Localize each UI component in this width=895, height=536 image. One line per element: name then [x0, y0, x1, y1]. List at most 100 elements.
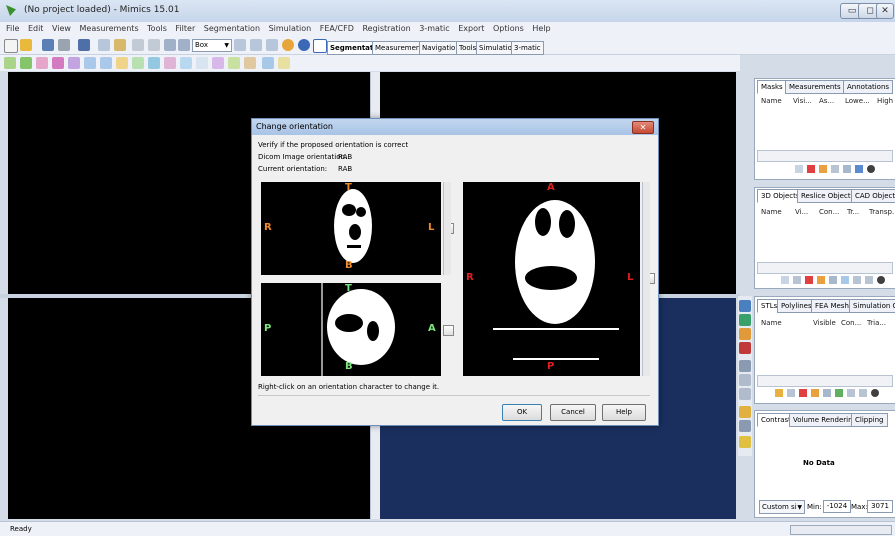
objects-col-contour[interactable]: Con...: [819, 208, 839, 216]
profile-icon[interactable]: [739, 420, 751, 432]
new-object-icon[interactable]: [781, 276, 789, 284]
pan-icon[interactable]: [178, 39, 190, 51]
undo-icon[interactable]: [132, 39, 144, 51]
contrast-icon[interactable]: [739, 406, 751, 418]
delete-object-icon[interactable]: [805, 276, 813, 284]
stl-reload-icon[interactable]: [859, 389, 867, 397]
pencil-icon[interactable]: [116, 57, 128, 69]
stl-col-triangles[interactable]: Tria...: [867, 319, 886, 327]
orientation-bottom-3[interactable]: P: [547, 361, 554, 372]
min-field[interactable]: -1024: [823, 500, 851, 513]
masks-col-lower[interactable]: Lowe...: [845, 97, 870, 105]
menu-export[interactable]: Export: [458, 22, 484, 36]
mask-menu-icon[interactable]: [867, 165, 875, 173]
multiple-slice-edit-icon[interactable]: [52, 57, 64, 69]
view-3-scrollbar[interactable]: [642, 182, 650, 376]
orientation-right-3[interactable]: L: [627, 272, 633, 283]
stl-color-swatch-icon[interactable]: [811, 389, 819, 397]
stl-export-icon[interactable]: [739, 314, 751, 326]
menu-help[interactable]: Help: [532, 22, 550, 36]
orientation-top-2[interactable]: T: [345, 283, 352, 294]
dialog-title-bar[interactable]: Change orientation ✕: [252, 119, 658, 135]
orientation-right-1[interactable]: L: [428, 222, 434, 233]
menu-simulation[interactable]: Simulation: [269, 22, 312, 36]
tab-clipping[interactable]: Clipping: [851, 413, 888, 427]
orientation-bottom-1[interactable]: B: [345, 260, 353, 271]
measure-icon[interactable]: [180, 57, 192, 69]
stl-col-visible[interactable]: Visible: [813, 319, 836, 327]
stl-pick-icon[interactable]: [739, 360, 751, 372]
open-project-icon[interactable]: [20, 39, 32, 51]
fit-icon[interactable]: [266, 39, 278, 51]
contrast-preset-dropdown[interactable]: Custom si ▼: [759, 500, 805, 514]
menu-options[interactable]: Options: [493, 22, 524, 36]
dynamic-region-icon[interactable]: [36, 57, 48, 69]
objects-col-visible[interactable]: Vi...: [795, 208, 808, 216]
rotate-icon[interactable]: [164, 39, 176, 51]
tab-mask-measurements[interactable]: Measurements: [785, 80, 845, 94]
copy-mask-icon[interactable]: [831, 165, 839, 173]
tab-reslice-objects[interactable]: Reslice Objects: [797, 189, 859, 203]
stl-filter-icon[interactable]: [835, 389, 843, 397]
tab-masks[interactable]: Masks: [757, 80, 787, 94]
zoom-region-icon[interactable]: [250, 39, 262, 51]
calculate-3d-icon[interactable]: [148, 57, 160, 69]
view-2-checkbox[interactable]: [443, 325, 454, 336]
split-mask-icon[interactable]: [212, 57, 224, 69]
help-icon[interactable]: [298, 39, 310, 51]
object-color-icon[interactable]: [817, 276, 825, 284]
orientation-left-1[interactable]: R: [264, 222, 272, 233]
stl-col-contour[interactable]: Con...: [841, 319, 861, 327]
menu-filter[interactable]: Filter: [175, 22, 195, 36]
copy-object-icon[interactable]: [793, 276, 801, 284]
cancel-button[interactable]: Cancel: [550, 404, 596, 421]
new-mask-icon[interactable]: [795, 165, 803, 173]
paste-icon[interactable]: [114, 39, 126, 51]
objects-col-name[interactable]: Name: [761, 208, 782, 216]
orientation-bottom-2[interactable]: B: [345, 361, 353, 372]
copy-icon[interactable]: [98, 39, 110, 51]
close-button[interactable]: ✕: [876, 3, 894, 19]
edit-mask-icon[interactable]: [68, 57, 80, 69]
ok-button[interactable]: OK: [502, 404, 542, 421]
smooth-mask-icon[interactable]: [278, 57, 290, 69]
orientation-left-2[interactable]: P: [264, 323, 271, 334]
menu-view[interactable]: View: [52, 22, 71, 36]
new-project-icon[interactable]: [4, 39, 18, 53]
smart-fill-icon[interactable]: [132, 57, 144, 69]
region-grow-icon[interactable]: [20, 57, 32, 69]
masks-hscrollbar[interactable]: [757, 150, 893, 162]
orientation-left-3[interactable]: R: [466, 272, 474, 283]
menu-tools[interactable]: Tools: [147, 22, 167, 36]
stl-import-icon[interactable]: [739, 300, 751, 312]
help-button[interactable]: Help: [602, 404, 646, 421]
stl-rotate-icon[interactable]: [739, 374, 751, 386]
menu-segmentation[interactable]: Segmentation: [204, 22, 260, 36]
orientation-top-3[interactable]: A: [547, 182, 555, 193]
masks-col-name[interactable]: Name: [761, 97, 782, 105]
redo-icon[interactable]: [148, 39, 160, 51]
menu-3-matic[interactable]: 3-matic: [419, 22, 449, 36]
menu-file[interactable]: File: [6, 22, 19, 36]
print-icon[interactable]: [58, 39, 70, 51]
masks-col-assigned[interactable]: As...: [819, 97, 834, 105]
dialog-close-button[interactable]: ✕: [632, 121, 654, 134]
view-1-scrollbar[interactable]: [443, 182, 451, 275]
objects-col-triangles[interactable]: Tr...: [847, 208, 859, 216]
object-filter-icon[interactable]: [841, 276, 849, 284]
boolean-icon[interactable]: [100, 57, 112, 69]
mask-properties-icon[interactable]: [843, 165, 851, 173]
preview-view-2[interactable]: T B P A: [261, 283, 441, 376]
stl-transform-icon[interactable]: [847, 389, 855, 397]
histogram-icon[interactable]: [739, 436, 751, 448]
orientation-right-2[interactable]: A: [428, 323, 436, 334]
max-field[interactable]: 3071: [867, 500, 893, 513]
box-select-dropdown[interactable]: Box ▼: [192, 39, 232, 52]
gear-icon[interactable]: [282, 39, 294, 51]
masks-col-high[interactable]: High: [877, 97, 893, 105]
orientation-top-1[interactable]: T: [345, 182, 352, 193]
object-refresh-icon[interactable]: [865, 276, 873, 284]
masks-col-visible[interactable]: Visi...: [793, 97, 812, 105]
objects-col-transparency[interactable]: Transp.: [869, 208, 894, 216]
stl-view-icon[interactable]: [739, 342, 751, 354]
